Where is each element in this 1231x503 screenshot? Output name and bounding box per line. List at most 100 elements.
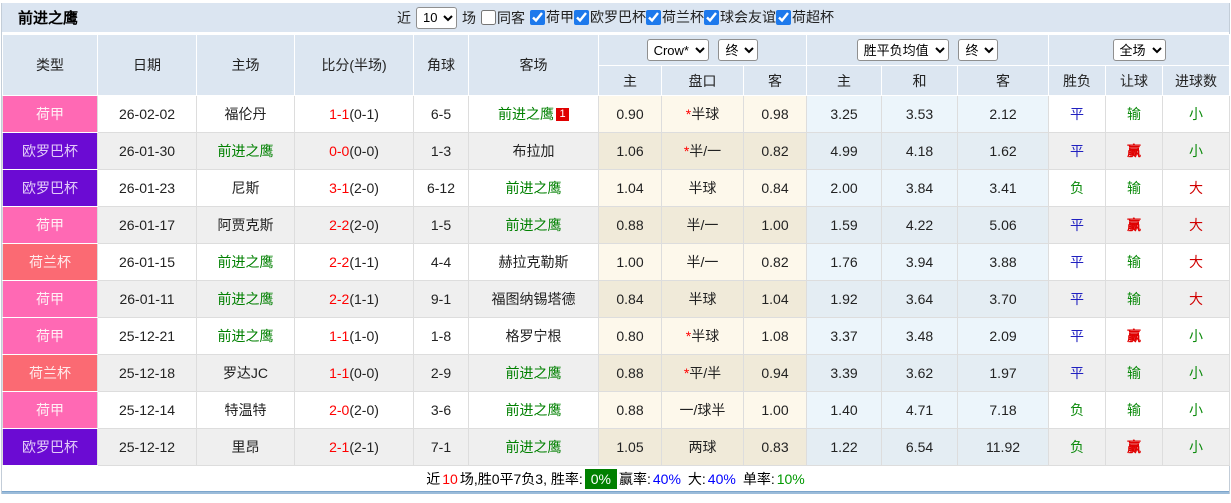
league-filter-checkbox[interactable]: [704, 9, 719, 25]
avg-select[interactable]: 胜平负均值: [856, 39, 949, 61]
avg-away-cell: 11.92: [957, 428, 1050, 466]
handicap-rate-value: 40%: [652, 470, 681, 487]
bookmaker-select[interactable]: Crow*: [646, 39, 709, 61]
avg-draw-cell: 3.94: [881, 243, 959, 281]
handicap-result-cell: 输: [1105, 391, 1164, 429]
summary-bar: 近 10 场,胜0平7负3, 胜率: 0% 赢率: 40% 大: 40% 单率: 10%: [2, 466, 1229, 491]
avg-away-cell: 1.97: [957, 354, 1050, 392]
scope-select[interactable]: 全场: [1112, 39, 1166, 61]
league-filter-label: 荷兰杯: [662, 9, 704, 26]
avg-home-cell: 1.59: [806, 206, 883, 244]
home-team-cell: 罗达JC: [196, 354, 295, 392]
corner-cell: 6-5: [413, 95, 469, 133]
away-team-cell: 布拉加: [468, 132, 599, 170]
handicap-cell: *半球: [661, 95, 744, 133]
home-team-cell: 特温特: [196, 391, 295, 429]
handicap-cell: 两球: [661, 428, 744, 466]
page-title: 前进之鹰: [18, 10, 79, 27]
date-cell: 26-01-11: [97, 280, 197, 318]
odds-home-cell: 0.88: [598, 391, 662, 429]
single-rate-value: 10%: [776, 470, 805, 487]
odds-home-cell: 1.04: [598, 169, 662, 207]
summary-count: 10: [442, 470, 458, 487]
league-filter[interactable]: 荷甲: [530, 7, 574, 27]
table-row: 荷兰杯 25-12-18 罗达JC 1-1(0-0) 2-9 前进之鹰 0.88 *平/半 0.…: [2, 354, 1231, 392]
handicap-result-cell: 输: [1105, 280, 1164, 318]
handicap-result-cell: 赢: [1105, 317, 1164, 355]
same-away-checkbox[interactable]: [481, 10, 496, 25]
league-filter-checkbox[interactable]: [646, 9, 661, 25]
league-filter[interactable]: 荷超杯: [776, 7, 834, 27]
avg-away-cell: 5.06: [957, 206, 1050, 244]
home-team-cell: 尼斯: [196, 169, 295, 207]
odds-time-select[interactable]: 终: [718, 39, 759, 61]
avg-away-cell: 2.12: [957, 95, 1050, 133]
score-cell: 2-0(2-0): [294, 391, 414, 429]
goals-cell: 小: [1162, 428, 1231, 466]
result-cell: 负: [1048, 169, 1107, 207]
avg-home-cell: 1.40: [806, 391, 883, 429]
corner-cell: 6-12: [413, 169, 469, 207]
avg-draw-cell: 3.64: [881, 280, 959, 318]
score-cell: 2-1(2-1): [294, 428, 414, 466]
bottom-divider: [2, 491, 1229, 494]
table-row: 欧罗巴杯 26-01-30 前进之鹰 0-0(0-0) 1-3 布拉加 1.06 *半/一 0.…: [2, 132, 1231, 170]
table-row: 荷甲 25-12-14 特温特 2-0(2-0) 3-6 前进之鹰 0.88 一/球半 1.00…: [2, 391, 1231, 429]
odds-away-cell: 0.83: [742, 428, 808, 466]
col-home: 主场: [196, 34, 295, 96]
odds-home-cell: 0.84: [598, 280, 662, 318]
goals-cell: 小: [1162, 317, 1231, 355]
result-cell: 平: [1048, 317, 1107, 355]
col-corner: 角球: [413, 34, 469, 96]
date-cell: 26-02-02: [97, 95, 197, 133]
league-filter-checkbox[interactable]: [776, 9, 791, 25]
header-group-row: 类型 日期 主场 比分(半场) 角球 客场 Crow* 终 胜平负均值 终 全场: [2, 34, 1231, 96]
same-away-filter[interactable]: 同客: [481, 8, 525, 28]
league-cell: 荷甲: [2, 317, 98, 355]
away-team-cell: 前进之鹰: [468, 391, 599, 429]
avg-draw-cell: 3.62: [881, 354, 959, 392]
league-cell: 荷甲: [2, 280, 98, 318]
handicap-cell: 半球: [661, 169, 744, 207]
home-team-cell: 前进之鹰: [196, 317, 295, 355]
score-cell: 2-2(1-1): [294, 280, 414, 318]
win-rate-badge: 0%: [584, 468, 617, 489]
recent-count-select[interactable]: 10: [416, 6, 457, 29]
date-cell: 25-12-12: [97, 428, 197, 466]
away-team-cell: 前进之鹰: [468, 428, 599, 466]
away-team-cell: 福图纳锡塔德: [468, 280, 599, 318]
league-filter-checkbox[interactable]: [530, 9, 545, 25]
handicap-cell: 半/一: [661, 206, 744, 244]
odds-away-cell: 0.82: [742, 132, 808, 170]
league-cell: 荷甲: [2, 391, 98, 429]
odds-away-cell: 0.82: [742, 243, 808, 281]
avg-away-cell: 1.62: [957, 132, 1050, 170]
date-cell: 25-12-14: [97, 391, 197, 429]
away-team-cell: 前进之鹰: [468, 206, 599, 244]
result-cell: 负: [1048, 391, 1107, 429]
handicap-cell: 一/球半: [661, 391, 744, 429]
avg-draw-cell: 3.84: [881, 169, 959, 207]
league-filter[interactable]: 欧罗巴杯: [574, 7, 646, 27]
near-label: 近: [397, 9, 411, 26]
odds-home-cell: 0.90: [598, 95, 662, 133]
away-team-cell: 格罗宁根: [468, 317, 599, 355]
col-let: 让球: [1105, 65, 1164, 96]
home-team-cell: 前进之鹰: [196, 280, 295, 318]
panel-frame: 前进之鹰 近 10 场 同客 荷甲 欧罗巴杯 荷兰杯 球会友谊 荷超杯 类型 日…: [1, 3, 1231, 494]
result-cell: 平: [1048, 354, 1107, 392]
league-filter-checkbox[interactable]: [574, 9, 589, 25]
handicap-cell: *半球: [661, 317, 744, 355]
odds-home-cell: 1.06: [598, 132, 662, 170]
league-cell: 荷兰杯: [2, 243, 98, 281]
league-filter[interactable]: 荷兰杯: [646, 7, 704, 27]
odds-away-cell: 1.00: [742, 206, 808, 244]
league-filter[interactable]: 球会友谊: [704, 7, 776, 27]
avg-draw-cell: 4.18: [881, 132, 959, 170]
avg-time-select[interactable]: 终: [958, 39, 999, 61]
handicap-star: *: [683, 365, 690, 381]
score-cell: 2-2(2-0): [294, 206, 414, 244]
date-cell: 25-12-18: [97, 354, 197, 392]
date-cell: 26-01-30: [97, 132, 197, 170]
avg-draw-cell: 4.71: [881, 391, 959, 429]
